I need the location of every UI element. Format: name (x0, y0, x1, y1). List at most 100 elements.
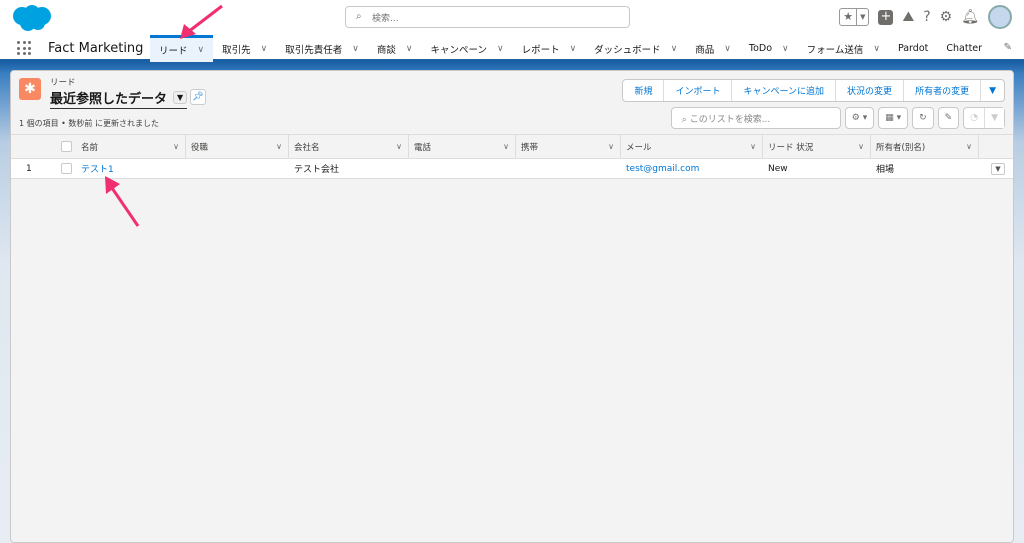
chart-icon: ◔ (970, 113, 979, 123)
action-buttons: 新規 インポート キャンペーンに追加 状況の変更 所有者の変更 ▼ (622, 79, 1005, 102)
select-all-checkbox[interactable] (61, 141, 72, 152)
chevron-down-icon[interactable]: ∨ (396, 142, 402, 151)
company-value: テスト会社 (294, 165, 340, 175)
chevron-down-icon[interactable]: ∨ (173, 142, 179, 151)
column-header[interactable]: 携帯 ∨ (516, 135, 621, 158)
row-checkbox[interactable] (61, 163, 72, 174)
display-as-button[interactable]: ▦ ▾ (878, 107, 909, 129)
chevron-down-icon[interactable]: ∨ (724, 44, 731, 54)
row-checkbox-cell (56, 159, 76, 178)
list-settings-button[interactable]: ⚙ ▾ (844, 107, 875, 129)
owner-value: 相場 (876, 165, 895, 175)
tab-label: リード (159, 46, 188, 57)
cell-name: テスト1 (76, 159, 186, 178)
chevron-down-icon[interactable]: ∨ (966, 142, 972, 151)
tab-label: 商談 (376, 44, 396, 56)
bell-icon[interactable]: 🔔︎ (961, 9, 979, 25)
column-header[interactable]: 会社名 ∨ (289, 135, 409, 158)
view-name: 最近参照したデータ (50, 92, 168, 107)
new-button[interactable]: 新規 (623, 80, 665, 101)
column-label: リード 状況 (768, 142, 814, 153)
row-actions-cell: ▼ (986, 159, 1011, 178)
add-to-campaign-button[interactable]: キャンペーンに追加 (732, 80, 837, 101)
lead-icon: ✱ (19, 78, 41, 100)
tab-9[interactable]: フォーム送信 ∨ (798, 35, 889, 62)
cell-company: テスト会社 (289, 159, 409, 178)
chevron-down-icon[interactable]: ∨ (782, 44, 789, 54)
gear-icon[interactable]: ⚙ (940, 9, 953, 25)
column-header[interactable]: メール ∨ (621, 135, 763, 158)
tab-label: 取引先責任者 (285, 44, 343, 56)
chevron-down-icon[interactable]: ∨ (352, 44, 359, 54)
chevron-down-icon[interactable]: ∨ (671, 44, 678, 54)
tab-3[interactable]: 商談 ∨ (368, 35, 422, 62)
tab-2[interactable]: 取引先責任者 ∨ (276, 35, 368, 62)
chevron-down-icon[interactable]: ∨ (750, 142, 756, 151)
list-view-selector[interactable]: 最近参照したデータ ▼ (50, 88, 188, 109)
chevron-down-icon[interactable]: ∨ (503, 142, 509, 151)
chevron-down-icon[interactable]: ∨ (261, 44, 268, 54)
avatar[interactable] (988, 5, 1012, 29)
list-meta: 1 個の項目 • 数秒前 に更新されました (19, 119, 159, 128)
tab-label: ToDo (748, 43, 773, 54)
tab-1[interactable]: 取引先 ∨ (213, 35, 276, 62)
chevron-down-icon[interactable]: ∨ (873, 44, 880, 54)
pencil-icon: ✎ (944, 113, 953, 123)
tab-label: キャンペーン (430, 44, 487, 56)
tab-0[interactable]: リード ∨ (150, 35, 214, 62)
column-label: 役職 (191, 142, 209, 153)
filter-button[interactable]: ▼ (984, 108, 1004, 128)
favorites-button[interactable]: ★ ▼ (839, 8, 870, 26)
tab-10[interactable]: Pardot (889, 35, 937, 62)
inline-edit-button[interactable]: ✎ (937, 107, 960, 129)
column-header[interactable]: 役職 ∨ (186, 135, 289, 158)
trailhead-icon[interactable]: ⛰ (902, 9, 914, 25)
app-name: Fact Marketing (48, 41, 144, 56)
chevron-down-icon[interactable]: ∨ (276, 142, 282, 151)
tab-11[interactable]: Chatter (937, 35, 991, 62)
tab-7[interactable]: 商品 ∨ (686, 35, 740, 62)
column-header[interactable]: リード 状況 ∨ (763, 135, 871, 158)
chevron-down-icon[interactable]: ▼ (173, 91, 188, 104)
gear-icon: ⚙ ▾ (851, 113, 868, 123)
search-placeholder: 検索... (372, 14, 399, 24)
column-header[interactable]: 所有者(別名) ∨ (871, 135, 979, 158)
email-link[interactable]: test@gmail.com (626, 164, 699, 174)
help-icon[interactable]: ? (923, 9, 930, 25)
add-icon[interactable]: + (878, 9, 894, 25)
import-button[interactable]: インポート (664, 80, 733, 101)
column-header[interactable]: 名前 ∨ (76, 135, 186, 158)
tab-6[interactable]: ダッシュボード ∨ (585, 35, 686, 62)
global-header: ⌕ 検索... ★ ▼ + ⛰ ? ⚙ 🔔︎ (0, 0, 1024, 35)
name-link[interactable]: テスト1 (81, 162, 114, 175)
change-status-button[interactable]: 状況の変更 (836, 80, 905, 101)
change-owner-button[interactable]: 所有者の変更 (904, 80, 982, 101)
table-icon: ▦ ▾ (885, 113, 902, 123)
chevron-down-icon[interactable]: ∨ (497, 44, 504, 54)
refresh-button[interactable]: ↻ (912, 107, 934, 129)
chevron-down-icon: ▼ (856, 9, 868, 25)
edit-nav-icon[interactable]: ✎ (1004, 42, 1012, 53)
column-label: メール (626, 142, 652, 153)
row-actions-button[interactable]: ▼ (991, 162, 1005, 175)
global-search-input[interactable]: ⌕ 検索... (345, 6, 630, 28)
tab-8[interactable]: ToDo ∨ (740, 35, 798, 62)
list-search-input[interactable]: ⌕ このリストを検索... (670, 107, 841, 129)
app-launcher-icon[interactable] (17, 41, 31, 55)
tab-label: 商品 (695, 44, 715, 56)
chevron-down-icon[interactable]: ∨ (406, 44, 413, 54)
star-icon: ★ (843, 10, 854, 23)
chevron-down-icon[interactable]: ∨ (858, 142, 864, 151)
select-all-cell (56, 135, 76, 158)
tab-4[interactable]: キャンペーン ∨ (421, 35, 512, 62)
chevron-down-icon[interactable]: ∨ (570, 44, 577, 54)
charts-button[interactable]: ◔ (964, 108, 985, 128)
more-actions-button[interactable]: ▼ (981, 80, 1004, 101)
salesforce-logo[interactable] (10, 4, 54, 32)
cell-phone (409, 159, 516, 178)
chevron-down-icon[interactable]: ∨ (198, 45, 205, 55)
tab-5[interactable]: レポート ∨ (513, 35, 586, 62)
pin-icon[interactable]: 📌︎ (190, 89, 206, 105)
column-header[interactable]: 電話 ∨ (409, 135, 516, 158)
chevron-down-icon[interactable]: ∨ (608, 142, 614, 151)
